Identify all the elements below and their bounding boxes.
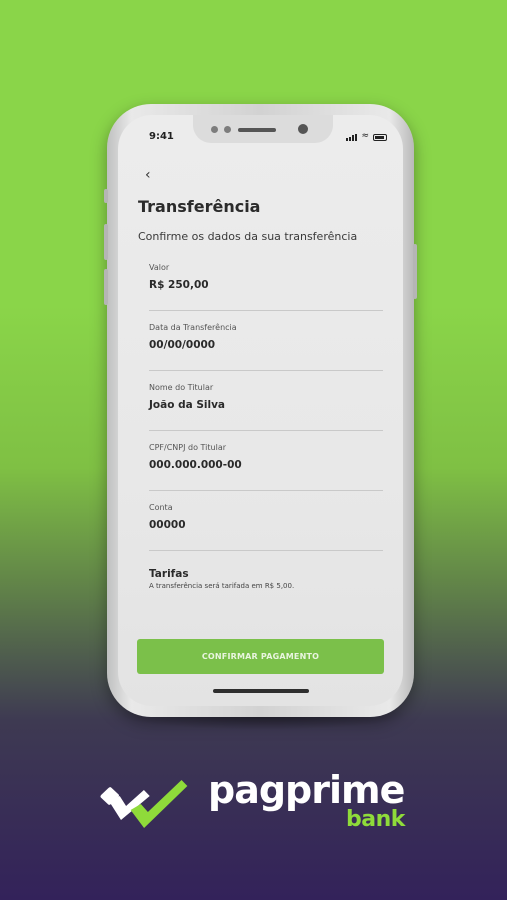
field-value: João da Silva — [149, 399, 226, 411]
page-subtitle: Confirme os dados da sua transferência — [138, 230, 358, 243]
speaker — [238, 128, 276, 132]
front-camera — [298, 124, 308, 134]
status-time: 9:41 — [149, 131, 174, 142]
tarifas-section: Tarifas A transferência será tarifada em… — [149, 568, 294, 590]
wifi-icon: ≈ — [361, 131, 369, 141]
field-label: CPF/CNPJ do Titular — [149, 443, 227, 452]
volume-down-button — [104, 269, 108, 305]
sensor-dot — [211, 126, 218, 133]
field-label: Nome do Titular — [149, 383, 214, 392]
pagprime-logo-icon — [100, 780, 188, 828]
field-value: 00/00/0000 — [149, 339, 216, 351]
power-button — [413, 244, 417, 299]
field-data: Data da Transferência 00/00/0000 — [149, 323, 383, 371]
field-value: 00000 — [149, 519, 186, 531]
field-nome: Nome do Titular João da Silva — [149, 383, 383, 431]
back-arrow-icon[interactable]: ‹ — [145, 167, 151, 183]
sensor-dot — [224, 126, 231, 133]
home-indicator[interactable] — [213, 689, 309, 693]
battery-icon — [373, 134, 387, 141]
field-label: Conta — [149, 503, 173, 512]
field-label: Valor — [149, 263, 170, 272]
phone-frame: 9:41 ≈ ‹ Transferência Confirme os dados… — [104, 104, 417, 717]
tarifas-text: A transferência será tarifada em R$ 5,00… — [149, 582, 295, 590]
brand-sub: bank — [346, 807, 405, 832]
field-conta: Conta 00000 — [149, 503, 383, 551]
field-value: 000.000.000-00 — [149, 459, 242, 471]
mute-switch — [104, 189, 108, 203]
phone-screen: 9:41 ≈ ‹ Transferência Confirme os dados… — [118, 115, 403, 706]
field-valor: Valor R$ 250,00 — [149, 263, 383, 311]
brand-name: pagprime — [208, 768, 405, 812]
field-cpf: CPF/CNPJ do Titular 000.000.000-00 — [149, 443, 383, 491]
tarifas-title: Tarifas — [149, 568, 189, 580]
field-value: R$ 250,00 — [149, 279, 209, 291]
status-icons: ≈ — [346, 132, 387, 141]
notch — [193, 115, 333, 143]
signal-icon — [346, 134, 358, 141]
volume-up-button — [104, 224, 108, 260]
confirm-payment-button[interactable]: CONFIRMAR PAGAMENTO — [137, 639, 384, 674]
field-label: Data da Transferência — [149, 323, 237, 332]
page-title: Transferência — [138, 197, 261, 216]
